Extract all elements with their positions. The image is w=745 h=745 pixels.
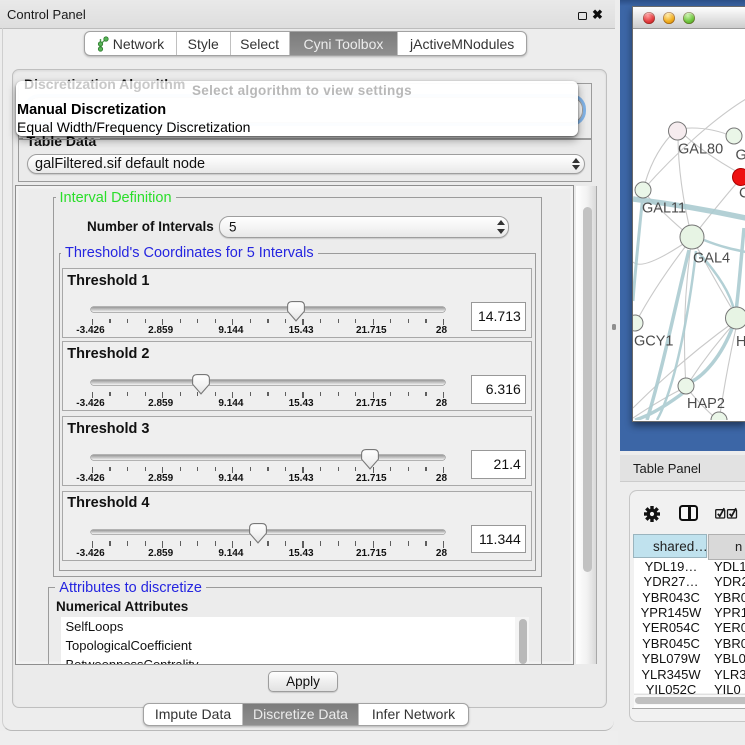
svg-text:HAP2: HAP2 — [687, 396, 725, 412]
svg-text:GCY1: GCY1 — [634, 334, 674, 350]
svg-text:C: C — [739, 186, 745, 202]
svg-text:G.: G. — [736, 148, 745, 164]
svg-text:H: H — [736, 334, 745, 350]
svg-text:GAL4: GAL4 — [693, 251, 730, 267]
svg-text:GAL80: GAL80 — [678, 142, 723, 158]
svg-text:GAL11: GAL11 — [642, 201, 686, 217]
